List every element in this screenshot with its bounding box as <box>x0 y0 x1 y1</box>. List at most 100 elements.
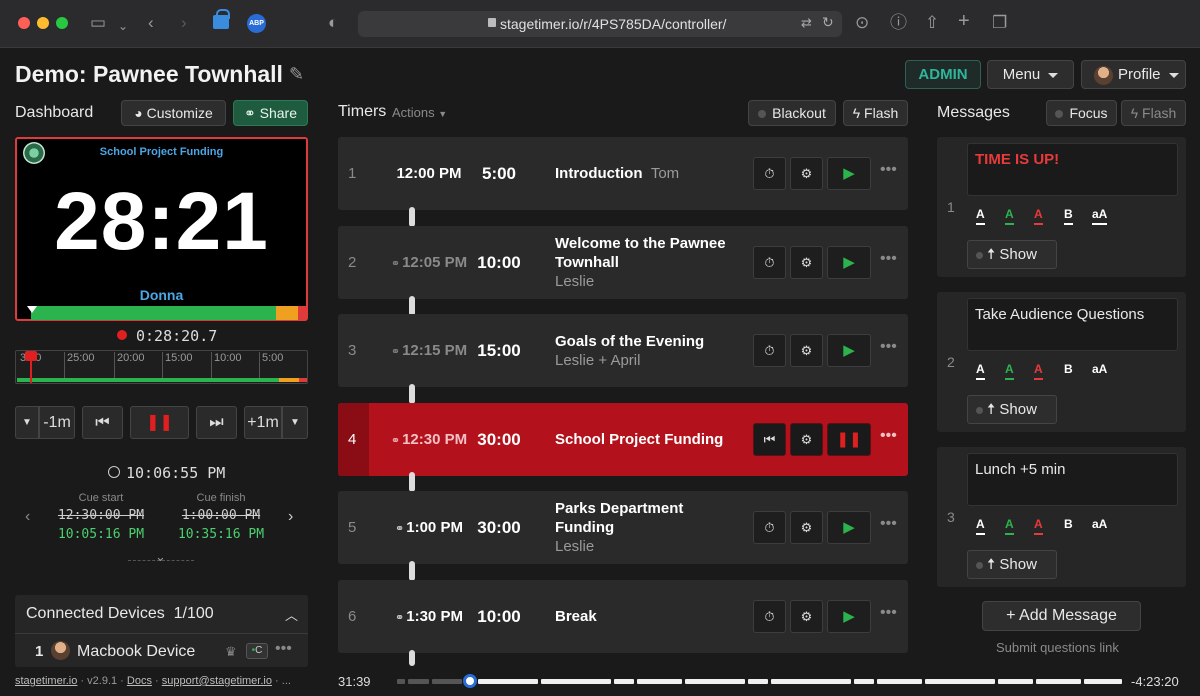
reset-timer-button[interactable]: ⏮ <box>753 423 786 456</box>
color-white-button[interactable]: A <box>976 362 985 380</box>
minimize-window-button[interactable] <box>37 17 49 29</box>
docs-link[interactable]: Docs <box>127 675 152 687</box>
color-red-button[interactable]: A <box>1034 362 1043 380</box>
uppercase-button[interactable]: aA <box>1092 517 1107 535</box>
color-green-button[interactable]: A <box>1005 517 1014 535</box>
color-green-button[interactable]: A <box>1005 362 1014 380</box>
uppercase-button[interactable]: aA <box>1092 207 1108 225</box>
minus-1m-button[interactable]: -1m <box>39 406 75 439</box>
timer-duration[interactable]: 30:00 <box>468 403 530 476</box>
more-icon[interactable]: ••• <box>880 427 897 445</box>
admin-button[interactable]: ADMIN <box>905 60 981 89</box>
shield-icon[interactable]: ◐ <box>328 13 338 33</box>
profile-button[interactable]: Profile <box>1081 60 1186 89</box>
chevron-up-icon[interactable]: ︿ <box>285 605 298 624</box>
next-button[interactable]: ⏭ <box>196 406 237 439</box>
more-icon[interactable]: ••• <box>880 604 897 622</box>
timer-settings-button[interactable]: ⏱ <box>753 157 786 190</box>
message-text-input[interactable]: TIME IS UP! <box>967 143 1178 196</box>
submit-questions-link[interactable]: Submit questions link <box>996 640 1119 655</box>
cue-prev-icon[interactable]: ‹ <box>25 508 30 526</box>
start-timer-button[interactable]: ▶ <box>827 157 871 190</box>
edit-timer-button[interactable]: ⚙ <box>790 246 823 279</box>
edit-timer-button[interactable]: ⚙ <box>790 423 823 456</box>
bold-button[interactable]: B <box>1064 517 1073 535</box>
flash-button[interactable]: ϟ Flash <box>843 100 908 126</box>
uppercase-button[interactable]: aA <box>1092 362 1107 380</box>
menu-button[interactable]: Menu <box>987 60 1074 89</box>
show-message-button[interactable]: 🠅 Show <box>967 240 1057 269</box>
start-timer-button[interactable]: ▶ <box>827 334 871 367</box>
actions-dropdown[interactable]: Actions ▼ <box>392 105 447 120</box>
timer-info[interactable]: Introduction Tom <box>555 137 745 210</box>
password-lock-icon[interactable] <box>213 9 230 29</box>
timer-info[interactable]: Parks Department Funding Leslie <box>555 491 745 564</box>
info-icon[interactable]: ⓘ <box>890 13 907 33</box>
chevron-down-icon[interactable]: ⌄ <box>118 16 128 36</box>
more-icon[interactable]: ••• <box>880 250 897 268</box>
color-green-button[interactable]: A <box>1005 207 1014 225</box>
show-message-button[interactable]: 🠅 Show <box>967 395 1057 424</box>
timer-row[interactable]: 1 12:00 PM 5:00 Introduction Tom ⏱ ⚙ ▶ •… <box>338 137 908 210</box>
expand-chevron-icon[interactable]: ⌄ <box>155 549 166 565</box>
timer-row[interactable]: 3 ⚭ 12:15 PM 15:00 Goals of the Evening Le… <box>338 314 908 387</box>
timer-duration[interactable]: 15:00 <box>468 314 530 387</box>
add-message-button[interactable]: + Add Message <box>982 601 1141 631</box>
forward-icon[interactable]: › <box>181 13 187 33</box>
timer-row[interactable]: 6 ⚭ 1:30 PM 10:00 Break ⏱ ⚙ ▶ ••• <box>338 580 908 653</box>
timer-info[interactable]: Break <box>555 580 745 653</box>
color-white-button[interactable]: A <box>976 517 985 535</box>
edit-timer-button[interactable]: ⚙ <box>790 511 823 544</box>
more-icon[interactable]: ••• <box>880 338 897 356</box>
tabs-overview-icon[interactable]: ❐ <box>992 13 1007 33</box>
timer-duration[interactable]: 10:00 <box>468 226 530 299</box>
color-white-button[interactable]: A <box>976 207 985 225</box>
bold-button[interactable]: B <box>1064 362 1073 380</box>
previous-button[interactable]: ⏮ <box>82 406 123 439</box>
plus-1m-button[interactable]: +1m <box>244 406 282 439</box>
download-icon[interactable]: ⊙ <box>855 13 869 33</box>
message-flash-button[interactable]: ϟ Flash <box>1121 100 1186 126</box>
message-text-input[interactable]: Lunch +5 min <box>967 453 1178 506</box>
timer-row[interactable]: 5 ⚭ 1:00 PM 30:00 Parks Department Fundin… <box>338 491 908 564</box>
minus-dropdown-button[interactable]: ▼ <box>15 406 39 439</box>
more-icon[interactable]: ••• <box>880 161 897 179</box>
timer-info[interactable]: Welcome to the Pawnee Townhall Leslie <box>555 226 745 299</box>
new-tab-icon[interactable]: + <box>958 11 970 31</box>
adblock-icon[interactable]: ABP <box>247 14 266 33</box>
progress-knob[interactable] <box>463 674 477 688</box>
maximize-window-button[interactable] <box>56 17 68 29</box>
edit-timer-button[interactable]: ⚙ <box>790 600 823 633</box>
close-window-button[interactable] <box>18 17 30 29</box>
devices-title[interactable]: Connected Devices 1/100 <box>26 605 214 623</box>
show-message-button[interactable]: 🠅 Show <box>967 550 1057 579</box>
back-icon[interactable]: ‹ <box>148 13 154 33</box>
more-icon[interactable]: ••• <box>880 515 897 533</box>
bold-button[interactable]: B <box>1064 207 1073 225</box>
address-bar[interactable]: stagetimer.io/r/4PS785DA/controller/ ⇄ ↻ <box>358 11 842 37</box>
pause-button[interactable]: ❚❚ <box>130 406 189 439</box>
color-red-button[interactable]: A <box>1034 517 1043 535</box>
timer-info[interactable]: Goals of the Evening Leslie + April <box>555 314 745 387</box>
timer-preview[interactable]: School Project Funding 28:21 Donna <box>15 137 308 321</box>
edit-icon[interactable]: ✎ <box>289 64 304 85</box>
share-button[interactable]: ⚭ Share <box>233 100 308 126</box>
timer-settings-button[interactable]: ⏱ <box>753 511 786 544</box>
timer-settings-button[interactable]: ⏱ <box>753 334 786 367</box>
start-timer-button[interactable]: ▶ <box>827 600 871 633</box>
timer-duration[interactable]: 30:00 <box>468 491 530 564</box>
edit-timer-button[interactable]: ⚙ <box>790 334 823 367</box>
cue-next-icon[interactable]: › <box>288 508 293 526</box>
timer-duration[interactable]: 10:00 <box>468 580 530 653</box>
more-icon[interactable]: ••• <box>275 640 292 658</box>
color-red-button[interactable]: A <box>1034 207 1043 225</box>
start-timer-button[interactable]: ▶ <box>827 246 871 279</box>
support-link[interactable]: support@stagetimer.io <box>162 675 272 687</box>
edit-timer-button[interactable]: ⚙ <box>790 157 823 190</box>
timer-settings-button[interactable]: ⏱ <box>753 600 786 633</box>
translate-icon[interactable]: ⇄ <box>801 15 812 31</box>
timer-duration[interactable]: 5:00 <box>468 137 530 210</box>
reload-icon[interactable]: ↻ <box>822 14 834 31</box>
timer-row[interactable]: 2 ⚭ 12:05 PM 10:00 Welcome to the Pawnee … <box>338 226 908 299</box>
brand-link[interactable]: stagetimer.io <box>15 675 77 687</box>
